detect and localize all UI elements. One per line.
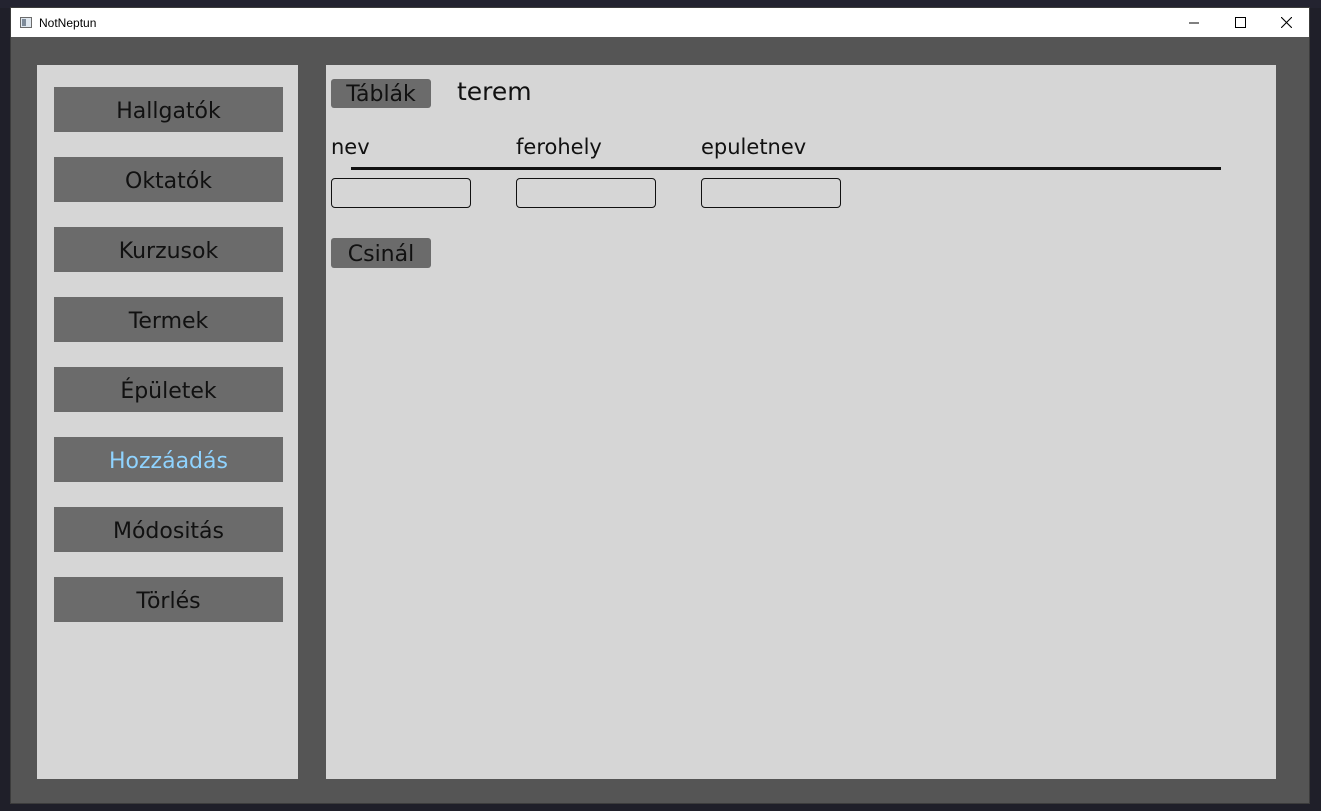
sidebar-item-kurzusok[interactable]: Kurzusok [54,227,283,272]
column-label-nev: nev [331,135,370,159]
sidebar-item-hallgatok[interactable]: Hallgatók [54,87,283,132]
sidebar-item-hozzaadas[interactable]: Hozzáadás [54,437,283,482]
sidebar: Hallgatók Oktatók Kurzusok Termek Épület… [37,65,298,779]
sidebar-item-oktatok[interactable]: Oktatók [54,157,283,202]
ferohely-input[interactable] [516,178,656,208]
minimize-button[interactable] [1171,8,1217,37]
epuletnev-input[interactable] [701,178,841,208]
selected-table-name: terem [457,77,532,106]
minimize-icon [1189,22,1199,23]
maximize-icon [1234,17,1246,28]
app-window-icon [20,17,32,28]
maximize-button[interactable] [1217,8,1263,37]
sidebar-item-torles[interactable]: Törlés [54,577,283,622]
client-area: Hallgatók Oktatók Kurzusok Termek Épület… [11,37,1309,803]
title-bar[interactable]: NotNeptun [11,8,1309,37]
sidebar-item-epuletek[interactable]: Épületek [54,367,283,412]
close-icon [1280,17,1292,28]
header-divider [351,167,1221,170]
window-controls [1171,8,1309,37]
column-label-epuletnev: epuletnev [701,135,807,159]
close-button[interactable] [1263,8,1309,37]
tables-button[interactable]: Táblák [331,79,431,108]
window-title: NotNeptun [39,15,97,30]
create-button[interactable]: Csinál [331,238,431,268]
main-panel: Táblák terem nev ferohely epuletnev Csin… [326,65,1276,779]
app-window: NotNeptun Hallgatók Oktatók Kurzusok Ter… [10,7,1310,804]
nev-input[interactable] [331,178,471,208]
column-label-ferohely: ferohely [516,135,602,159]
sidebar-item-modositas[interactable]: Módositás [54,507,283,552]
sidebar-item-termek[interactable]: Termek [54,297,283,342]
